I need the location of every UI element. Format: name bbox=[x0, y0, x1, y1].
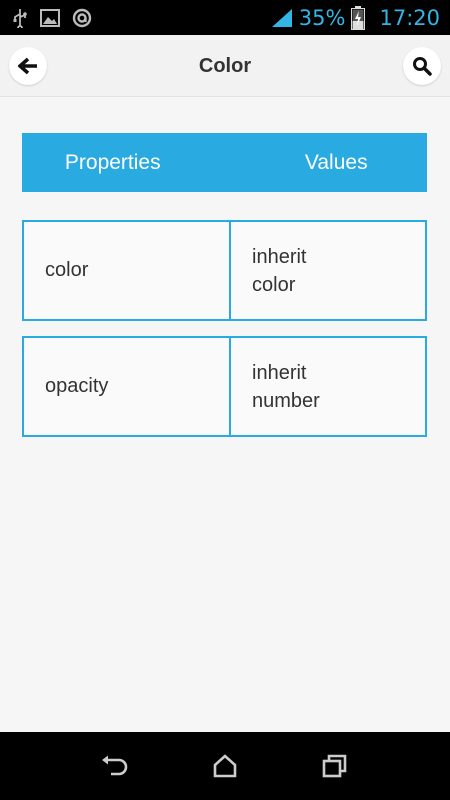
status-right: 35% 17:20 bbox=[271, 5, 440, 30]
nav-home-icon bbox=[213, 754, 237, 778]
sync-icon bbox=[72, 8, 92, 27]
page-title: Color bbox=[198, 54, 252, 77]
value-line: number bbox=[252, 389, 320, 412]
value-line: inherit bbox=[252, 361, 307, 384]
nav-home-button[interactable] bbox=[200, 741, 250, 791]
nav-recents-icon bbox=[322, 754, 347, 778]
header-properties: Properties bbox=[64, 150, 161, 174]
nav-back-icon bbox=[102, 755, 128, 776]
battery-percent: 35% bbox=[298, 5, 346, 30]
header-values: Values bbox=[304, 150, 368, 174]
table-header: Properties Values bbox=[22, 133, 427, 192]
usb-icon bbox=[13, 8, 27, 28]
table-row: opacity inherit number bbox=[22, 336, 427, 437]
system-nav-bar bbox=[0, 732, 450, 800]
back-button[interactable] bbox=[9, 47, 47, 85]
table-row: color inherit color bbox=[22, 220, 427, 321]
content-area: Properties Values color inherit color op… bbox=[0, 97, 450, 732]
image-icon bbox=[40, 8, 60, 27]
search-icon bbox=[413, 57, 432, 76]
nav-back-button[interactable] bbox=[90, 741, 140, 791]
value-line: inherit bbox=[252, 245, 307, 268]
search-button[interactable] bbox=[403, 47, 441, 85]
status-left bbox=[12, 8, 92, 28]
property-cell: opacity bbox=[22, 336, 231, 437]
signal-icon bbox=[271, 8, 292, 27]
value-cell: inherit color bbox=[231, 220, 427, 321]
clock: 17:20 bbox=[379, 5, 440, 30]
battery-charging-icon bbox=[351, 5, 366, 30]
app-bar: Color bbox=[0, 35, 450, 97]
status-bar: 35% 17:20 bbox=[0, 0, 450, 35]
value-cell: inherit number bbox=[231, 336, 427, 437]
property-cell: color bbox=[22, 220, 231, 321]
value-line: color bbox=[252, 273, 296, 296]
nav-recents-button[interactable] bbox=[310, 741, 360, 791]
back-arrow-icon bbox=[18, 57, 37, 75]
